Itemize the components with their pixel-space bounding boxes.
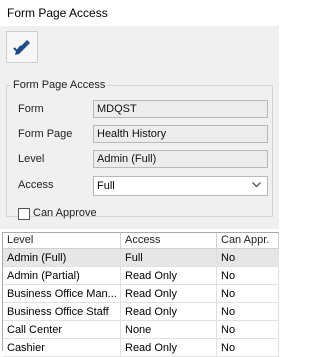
cell-level: Cashier [3,339,121,357]
form-field[interactable]: MDQST [93,100,268,118]
cell-level: Admin (Partial) [3,267,121,285]
window-title: Form Page Access [7,6,108,20]
edit-button[interactable] [6,31,38,63]
cell-level: Business Office Man... [3,285,121,303]
chevron-down-icon [252,182,261,188]
level-label: Level [18,153,45,165]
access-label: Access [18,179,54,191]
table-row[interactable]: Business Office Man... Read Only No [3,285,279,303]
toolbar [0,26,279,72]
cell-can-approve: No [217,267,279,285]
level-field[interactable]: Admin (Full) [93,150,268,168]
column-header-access[interactable]: Access [121,233,217,249]
cell-can-approve: No [217,303,279,321]
table-row[interactable]: Admin (Partial) Read Only No [3,267,279,285]
access-select[interactable]: Full [93,176,268,196]
table-row[interactable]: Cashier Read Only No [3,339,279,357]
cell-can-approve: No [217,285,279,303]
column-header-level[interactable]: Level [3,233,121,249]
can-approve-checkbox[interactable] [18,208,30,220]
can-approve-label: Can Approve [33,207,97,219]
cell-level: Admin (Full) [3,249,121,267]
cell-access: Read Only [121,303,217,321]
access-grid: Level Access Can Appr. Admin (Full) Full… [2,232,279,357]
cell-access: Read Only [121,339,217,357]
cell-access: Read Only [121,285,217,303]
cell-level: Call Center [3,321,121,339]
cell-can-approve: No [217,321,279,339]
form-page-label: Form Page [18,128,73,140]
cell-can-approve: No [217,339,279,357]
pencil-check-icon [13,40,30,55]
group-title: Form Page Access [13,79,106,91]
cell-access: None [121,321,217,339]
form-label: Form [18,103,44,115]
access-select-value: Full [97,180,115,192]
cell-level: Business Office Staff [3,303,121,321]
cell-can-approve: No [217,249,279,267]
title-bar: Form Page Access [0,0,279,26]
form-panel: Form Page Access Form MDQST Form Page He… [0,72,279,229]
table-row[interactable]: Business Office Staff Read Only No [3,303,279,321]
table-row[interactable]: Admin (Full) Full No [3,249,279,267]
cell-access: Read Only [121,267,217,285]
form-page-access-group: Form Page Access Form MDQST Form Page He… [6,79,273,220]
grid-header: Level Access Can Appr. [3,233,279,249]
column-header-can-approve[interactable]: Can Appr. [217,233,279,249]
cell-access: Full [121,249,217,267]
form-page-field[interactable]: Health History [93,125,268,143]
table-row[interactable]: Call Center None No [3,321,279,339]
